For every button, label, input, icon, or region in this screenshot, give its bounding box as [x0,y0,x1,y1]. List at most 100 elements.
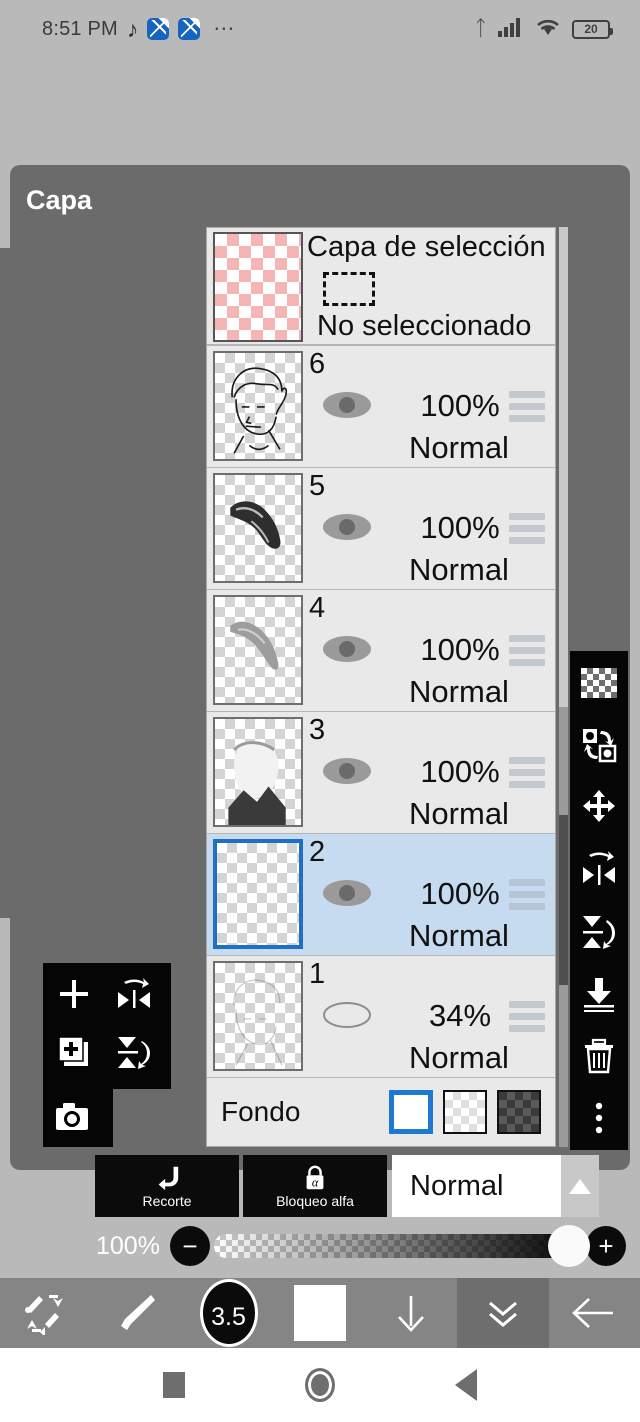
layer-opacity[interactable]: 100% [395,632,525,668]
collapse-icon[interactable] [457,1278,549,1348]
alpha-lock-button[interactable]: α Bloqueo alfa [243,1155,387,1217]
layer-action-row: Recorte α Bloqueo alfa Normal [0,1155,640,1217]
layer-name: 1 [309,958,326,990]
more-vertical-icon[interactable] [579,1098,619,1138]
recents-button[interactable] [163,1372,185,1398]
add-layer-icon[interactable] [51,971,97,1017]
clip-button-label: Recorte [142,1192,192,1209]
layer-actions-toolbar [570,651,628,1150]
merge-down-icon[interactable] [579,974,619,1014]
table-row[interactable]: 4 100% Normal [207,590,555,712]
blend-mode-value: Normal [410,1169,504,1202]
flip-horizontal-icon[interactable] [579,849,619,889]
chevron-up-icon[interactable] [561,1155,599,1217]
move-icon[interactable] [579,787,619,827]
selection-layer-title: Capa de selección [307,231,546,263]
home-button[interactable] [305,1368,335,1402]
flip-horizontal-icon[interactable] [111,971,157,1017]
download-icon[interactable] [366,1278,457,1348]
bluetooth-icon: ᛏ [474,17,487,40]
transparency-icon[interactable] [579,663,619,703]
layer-list-scrollbar[interactable] [559,227,568,1147]
layer-thumbnail[interactable] [213,351,303,461]
layer-name: 4 [309,592,326,624]
layer-thumbnail[interactable] [213,595,303,705]
layer-list[interactable]: Capa de selección No seleccionado 6 100%… [206,227,556,1147]
opacity-slider-track[interactable] [214,1225,590,1267]
layer-blend-mode[interactable]: Normal [359,918,555,954]
signal-icon [498,17,524,42]
layer-visibility-toggle[interactable] [321,510,373,544]
layer-visibility-toggle[interactable] [321,998,373,1032]
delete-icon[interactable] [579,1036,619,1076]
layer-transform-icon[interactable] [579,725,619,765]
layer-visibility-toggle[interactable] [321,388,373,422]
layer-blend-mode[interactable]: Normal [359,674,555,710]
table-row[interactable]: 2 100% Normal [207,834,555,956]
back-button[interactable] [455,1369,477,1401]
layer-opacity[interactable]: 34% [395,998,525,1034]
layer-thumbnail[interactable] [213,961,303,1071]
background-swatch-white[interactable] [389,1090,433,1134]
layer-panel-title: Capa [26,185,93,215]
flip-vertical-icon[interactable] [111,1029,157,1075]
layer-thumbnail[interactable] [213,839,303,949]
duplicate-layer-icon[interactable] [51,1029,97,1075]
color-swatch-chip[interactable] [293,1285,346,1341]
layer-drag-handle[interactable] [509,513,545,549]
camera-icon[interactable] [49,1093,95,1139]
layer-name: 2 [309,836,326,868]
layer-name: 6 [309,348,326,380]
brush-size-button[interactable]: 3.5 [183,1278,274,1348]
blend-mode-select[interactable]: Normal [392,1155,599,1217]
layer-blend-mode[interactable]: Normal [359,552,555,588]
opacity-slider-knob[interactable] [548,1225,590,1267]
alpha-lock-button-label: Bloqueo alfa [276,1192,354,1209]
layer-visibility-toggle[interactable] [321,754,373,788]
back-arrow-icon[interactable] [549,1278,640,1348]
brush-icon[interactable] [91,1278,182,1348]
app-icon-2 [178,18,201,40]
layer-opacity[interactable]: 100% [395,388,525,424]
layer-drag-handle[interactable] [509,391,545,427]
flip-vertical-icon[interactable] [579,912,619,952]
clip-icon [158,1166,179,1190]
table-row[interactable]: 1 34% Normal [207,956,555,1078]
background-row[interactable]: Fondo [207,1078,555,1146]
layer-drag-handle[interactable] [509,757,545,793]
background-swatch-dark[interactable] [497,1090,541,1134]
layer-drag-handle[interactable] [509,1001,545,1037]
layer-thumbnail[interactable] [213,473,303,583]
table-row[interactable]: 5 100% Normal [207,468,555,590]
opacity-control: 100% − + [0,1222,640,1270]
layer-thumbnail[interactable] [213,717,303,827]
table-row[interactable]: 3 100% Normal [207,712,555,834]
color-swatch[interactable] [274,1278,365,1348]
layer-visibility-toggle[interactable] [321,876,373,910]
layer-blend-mode[interactable]: Normal [359,430,555,466]
table-row[interactable]: 6 100% Normal [207,346,555,468]
bottom-toolbar: 3.5 [0,1278,640,1348]
background-swatch-transparent[interactable] [443,1090,487,1134]
layer-thumbnail-art [215,719,301,825]
layer-drag-handle[interactable] [509,879,545,915]
selection-layer-thumbnail[interactable] [213,232,303,342]
layer-visibility-toggle[interactable] [321,632,373,666]
layer-opacity[interactable]: 100% [395,876,525,912]
layer-blend-mode[interactable]: Normal [359,1040,555,1076]
selection-layer-row[interactable]: Capa de selección No seleccionado [207,228,555,346]
layer-drag-handle[interactable] [509,635,545,671]
clip-button[interactable]: Recorte [95,1155,239,1217]
layer-blend-mode[interactable]: Normal [359,796,555,832]
opacity-decrease-button[interactable]: − [170,1226,210,1266]
undo-redo-icon[interactable] [0,1278,91,1348]
layer-thumbnail-art [215,353,301,459]
status-bar: 8:51 PM ♪ ⋯ ᛏ 20 [0,0,640,58]
layer-opacity[interactable]: 100% [395,754,525,790]
layer-name: 3 [309,714,326,746]
status-bar-left: 8:51 PM ♪ ⋯ [42,16,236,43]
opacity-increase-button[interactable]: + [586,1226,626,1266]
layer-opacity[interactable]: 100% [395,510,525,546]
layer-name: 5 [309,470,326,502]
wifi-icon [535,17,561,42]
